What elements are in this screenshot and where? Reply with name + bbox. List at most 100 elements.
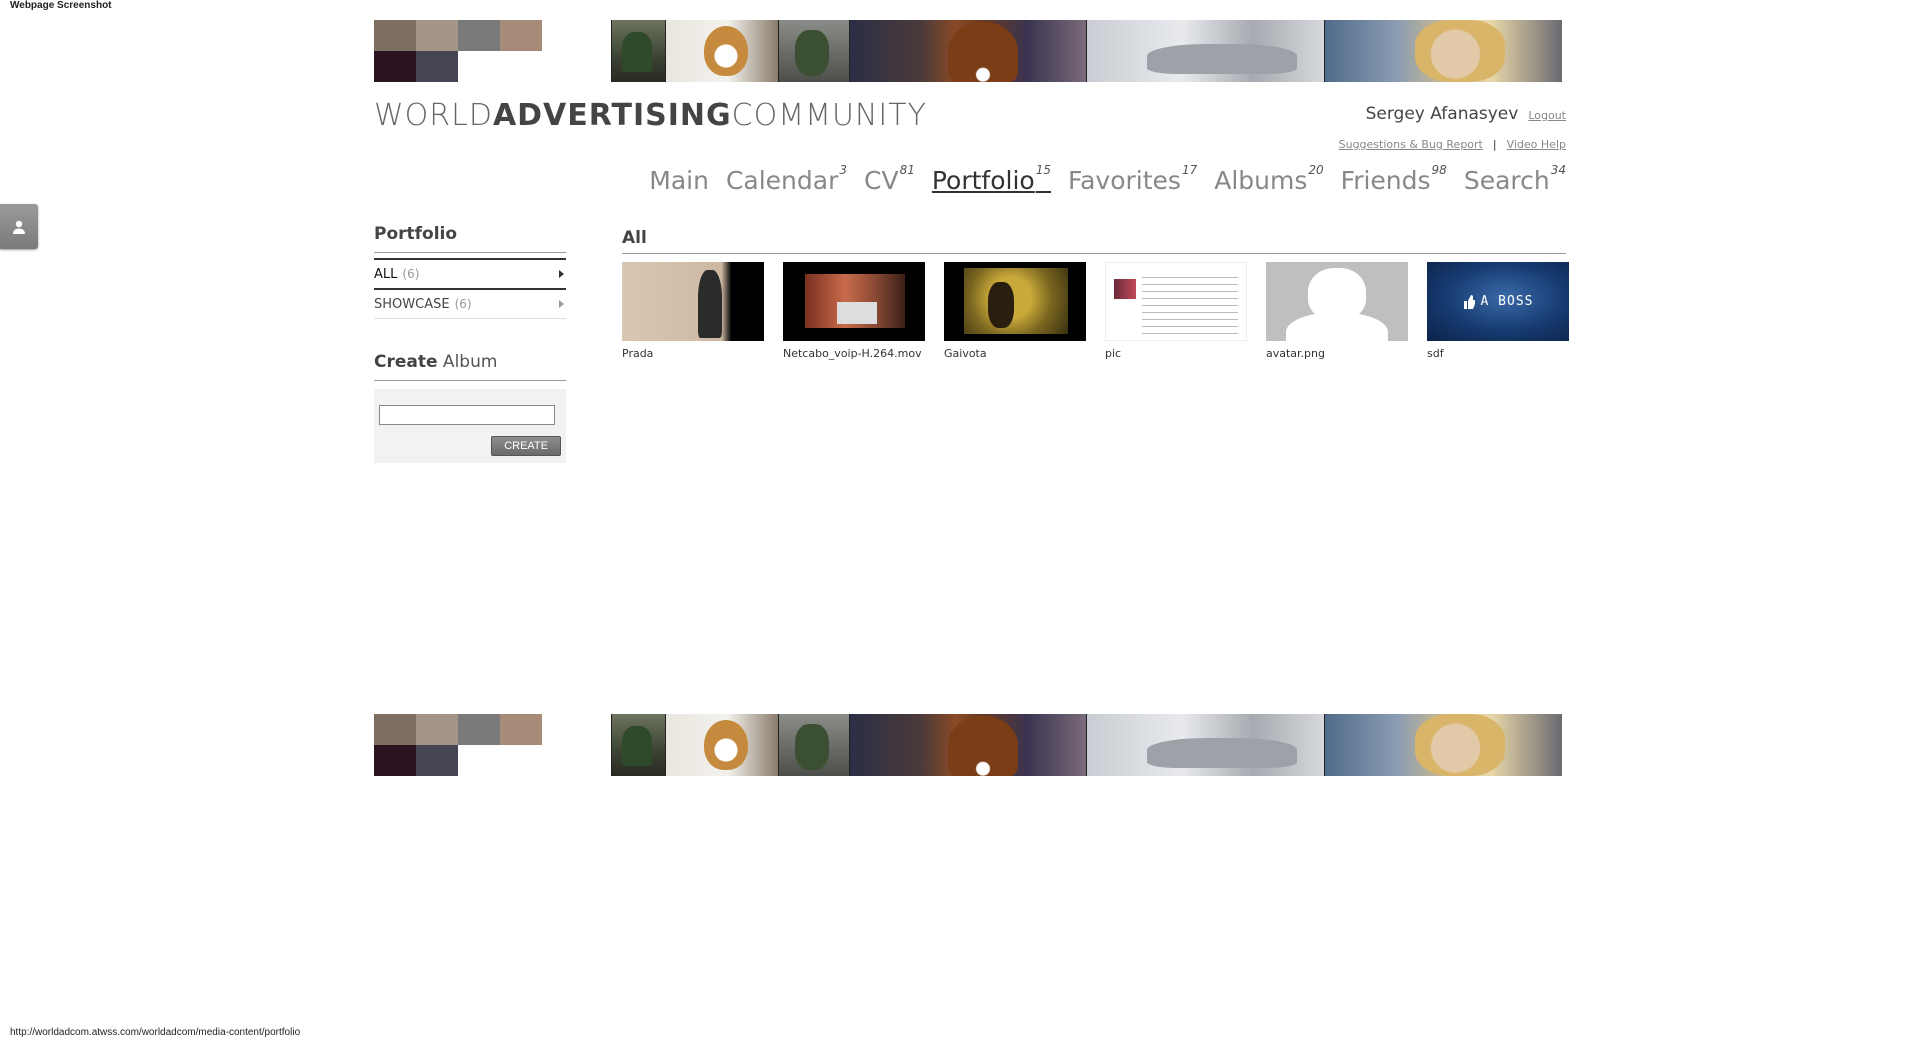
site-logo[interactable]: WORLDADVERTISINGCOMMUNITY xyxy=(374,98,927,133)
media-caption: sdf xyxy=(1427,347,1444,360)
logo-part-world: WORLD xyxy=(374,98,493,133)
banner-photo-woman xyxy=(1324,20,1562,82)
swatch xyxy=(542,51,611,82)
swatch xyxy=(416,51,458,82)
create-album-button[interactable]: CREATE xyxy=(491,436,561,456)
media-thumbnail[interactable] xyxy=(783,262,925,341)
media-item[interactable]: pic xyxy=(1105,262,1247,360)
swatch xyxy=(542,745,611,776)
swatch xyxy=(374,51,416,82)
nav-label: Friends xyxy=(1340,166,1431,195)
media-item[interactable]: Gaivota xyxy=(944,262,1086,360)
nav-cv[interactable]: CV81 xyxy=(864,162,915,195)
nav-main[interactable]: Main xyxy=(649,166,709,195)
banner-photo-car xyxy=(1086,714,1324,776)
nav-label: CV xyxy=(864,166,899,195)
banner-photo-plant xyxy=(611,714,665,776)
nav-label: Calendar xyxy=(725,166,839,195)
swatch xyxy=(542,714,611,745)
nav-count: 3 xyxy=(839,162,848,177)
media-thumbnail[interactable] xyxy=(1105,262,1247,341)
create-album-title: Create Album xyxy=(374,352,566,381)
swatch xyxy=(458,745,500,776)
nav-label: Search xyxy=(1463,166,1550,195)
user-icon xyxy=(13,220,25,234)
logout-link[interactable]: Logout xyxy=(1528,109,1566,122)
banner-photo-tree xyxy=(778,20,849,82)
thumb-text: A BOSS xyxy=(1480,294,1534,309)
nav-count: 17 xyxy=(1181,162,1198,177)
media-thumbnail[interactable] xyxy=(622,262,764,341)
profile-side-tab[interactable] xyxy=(0,204,38,249)
sidebar-item-count: (6) xyxy=(402,266,420,281)
arrow-right-icon xyxy=(559,270,564,278)
swatch xyxy=(374,745,416,776)
media-item[interactable]: avatar.png xyxy=(1266,262,1408,360)
main-nav: Main Calendar3 CV81 Portfolio15 Favorite… xyxy=(649,162,1566,195)
sidebar-item-text: SHOWCASE (6) xyxy=(374,297,472,312)
nav-count: 15 xyxy=(1035,162,1051,177)
video-help-link[interactable]: Video Help xyxy=(1507,138,1566,151)
sidebar-item-all[interactable]: ALL (6) xyxy=(374,258,566,290)
header-banner xyxy=(374,20,1566,82)
screenshot-caption: Webpage Screenshot xyxy=(10,0,112,11)
media-caption: Gaivota xyxy=(944,347,987,360)
nav-count: 34 xyxy=(1550,162,1566,177)
swatch xyxy=(500,20,542,51)
swatch xyxy=(458,20,500,51)
help-links: Suggestions & Bug Report | Video Help xyxy=(1339,138,1566,151)
sidebar-item-showcase[interactable]: SHOWCASE (6) xyxy=(374,290,566,319)
create-title-rest: Album xyxy=(437,352,498,372)
media-thumbnail[interactable] xyxy=(944,262,1086,341)
swatch xyxy=(416,714,458,745)
nav-label: Main xyxy=(649,166,709,195)
portfolio-sidebar: Portfolio ALL (6) SHOWCASE (6) Create Albu… xyxy=(374,224,566,463)
logo-part-community: COMMUNITY xyxy=(731,98,927,133)
media-item[interactable]: Netcabo_voip-H.264.mov xyxy=(783,262,925,360)
media-caption: Netcabo_voip-H.264.mov xyxy=(783,347,922,360)
media-thumbnail[interactable] xyxy=(1266,262,1408,341)
nav-search[interactable]: Search34 xyxy=(1463,162,1566,195)
logo-part-advertising: ADVERTISING xyxy=(492,98,732,133)
sidebar-item-label: SHOWCASE xyxy=(374,296,450,312)
banner-photo-tree xyxy=(778,714,849,776)
media-caption: avatar.png xyxy=(1266,347,1325,360)
swatch xyxy=(500,714,542,745)
swatch xyxy=(416,745,458,776)
banner-photo-candy-mascot xyxy=(849,20,1086,82)
media-item[interactable]: Prada xyxy=(622,262,764,360)
swatch xyxy=(542,20,611,51)
color-swatch-grid xyxy=(374,714,611,776)
sidebar-title-text: Portfolio xyxy=(374,224,458,244)
suggestions-link[interactable]: Suggestions & Bug Report xyxy=(1339,138,1483,151)
nav-favorites[interactable]: Favorites17 xyxy=(1068,162,1198,195)
content-title: All xyxy=(622,228,1566,254)
swatch xyxy=(458,714,500,745)
sidebar-item-text: ALL (6) xyxy=(374,267,419,282)
nav-albums[interactable]: Albums20 xyxy=(1214,162,1324,195)
banner-photo-candy-mascot xyxy=(849,714,1086,776)
arrow-right-icon xyxy=(559,300,564,308)
banner-photo-car xyxy=(1086,20,1324,82)
media-thumbnail[interactable]: A BOSS xyxy=(1427,262,1569,341)
media-item[interactable]: A BOSS sdf xyxy=(1427,262,1569,360)
swatch xyxy=(500,745,542,776)
nav-portfolio[interactable]: Portfolio15 xyxy=(931,162,1051,195)
footer-banner xyxy=(374,714,1566,776)
sidebar-title: Portfolio xyxy=(374,224,566,253)
user-name: Sergey Afanasyev xyxy=(1365,104,1519,124)
nav-count: 20 xyxy=(1308,162,1324,177)
help-separator: | xyxy=(1492,138,1497,151)
nav-count: 81 xyxy=(899,162,915,177)
swatch xyxy=(374,714,416,745)
album-list: ALL (6) SHOWCASE (6) xyxy=(374,258,566,319)
nav-count: 98 xyxy=(1431,162,1447,177)
nav-calendar[interactable]: Calendar3 xyxy=(725,162,848,195)
user-area: Sergey Afanasyev Logout xyxy=(1366,104,1566,124)
album-name-input[interactable] xyxy=(379,405,555,425)
media-caption: pic xyxy=(1105,347,1122,360)
nav-friends[interactable]: Friends98 xyxy=(1340,162,1447,195)
nav-label: Portfolio xyxy=(931,166,1035,195)
banner-photo-dog xyxy=(665,714,778,776)
thumbs-up-icon xyxy=(1463,294,1475,309)
